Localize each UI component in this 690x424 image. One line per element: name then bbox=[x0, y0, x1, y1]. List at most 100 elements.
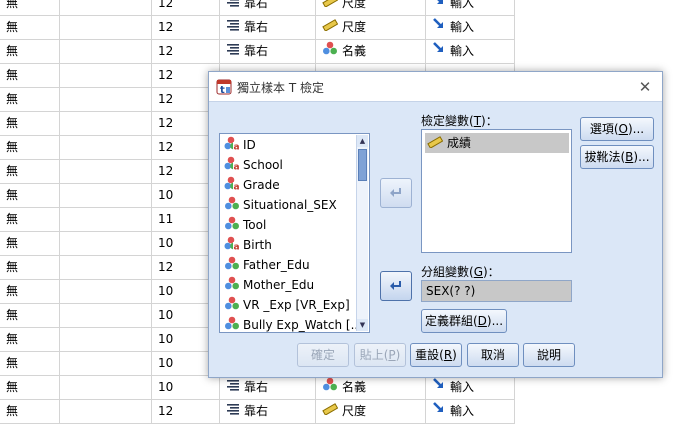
missing-cell[interactable]: 無 bbox=[0, 256, 60, 280]
missing-cell[interactable]: 無 bbox=[0, 376, 60, 400]
variable-name: Tool bbox=[243, 218, 267, 232]
missing-cell[interactable]: 無 bbox=[0, 64, 60, 88]
values-cell[interactable] bbox=[60, 112, 152, 136]
missing-cell[interactable]: 無 bbox=[0, 112, 60, 136]
measure-cell[interactable]: 名義 bbox=[316, 40, 426, 64]
role-cell[interactable]: 輸入 bbox=[426, 16, 515, 40]
paste-button[interactable]: 貼上(P) bbox=[354, 343, 406, 367]
values-cell[interactable] bbox=[60, 328, 152, 352]
variable-list-item[interactable]: VR _Exp [VR_Exp] bbox=[224, 295, 350, 315]
variable-list-item[interactable]: Father_Edu bbox=[224, 255, 310, 275]
values-cell[interactable] bbox=[60, 160, 152, 184]
values-cell[interactable] bbox=[60, 136, 152, 160]
scroll-up-icon[interactable]: ▲ bbox=[357, 135, 368, 147]
missing-cell[interactable]: 無 bbox=[0, 0, 60, 16]
missing-cell[interactable]: 無 bbox=[0, 208, 60, 232]
columns-cell[interactable]: 12 bbox=[152, 400, 220, 424]
values-cell[interactable] bbox=[60, 232, 152, 256]
move-to-grouping-variable-button[interactable] bbox=[380, 271, 412, 301]
values-cell[interactable] bbox=[60, 184, 152, 208]
missing-cell[interactable]: 無 bbox=[0, 160, 60, 184]
variable-list-item[interactable]: a Grade bbox=[224, 175, 280, 195]
values-cell[interactable] bbox=[60, 208, 152, 232]
nominal-icon bbox=[322, 376, 338, 399]
measure-cell[interactable]: 名義 bbox=[316, 376, 426, 400]
reset-button[interactable]: 重設(R) bbox=[410, 343, 462, 367]
variable-list-item[interactable]: Tool bbox=[224, 215, 266, 235]
columns-cell[interactable]: 12 bbox=[152, 16, 220, 40]
scroll-down-icon[interactable]: ▼ bbox=[357, 319, 368, 331]
align-right-icon bbox=[226, 40, 240, 63]
measure-text: 尺度 bbox=[342, 404, 367, 418]
values-cell[interactable] bbox=[60, 400, 152, 424]
align-cell[interactable]: 靠右 bbox=[220, 400, 316, 424]
help-button[interactable]: 說明 bbox=[523, 343, 575, 367]
options-button[interactable]: 選項(O)... bbox=[580, 117, 654, 141]
source-variable-list[interactable]: a ID a School a Grade Situational_SEX Tool a Birt… bbox=[219, 133, 370, 333]
values-cell[interactable] bbox=[60, 16, 152, 40]
role-cell[interactable]: 輸入 bbox=[426, 376, 515, 400]
cancel-button[interactable]: 取消 bbox=[467, 343, 519, 367]
values-cell[interactable] bbox=[60, 304, 152, 328]
variable-list-scrollbar[interactable]: ▲ ▼ bbox=[356, 135, 368, 331]
scroll-thumb[interactable] bbox=[358, 149, 367, 181]
missing-cell[interactable]: 無 bbox=[0, 16, 60, 40]
grouping-variable-field[interactable]: SEX(? ?) bbox=[421, 280, 572, 302]
role-cell[interactable]: 輸入 bbox=[426, 400, 515, 424]
variable-list-item[interactable]: a ID bbox=[224, 135, 256, 155]
values-cell[interactable] bbox=[60, 0, 152, 16]
move-to-test-variables-button[interactable] bbox=[380, 178, 412, 208]
missing-cell[interactable]: 無 bbox=[0, 88, 60, 112]
missing-cell[interactable]: 無 bbox=[0, 304, 60, 328]
measure-cell[interactable]: 尺度 bbox=[316, 400, 426, 424]
missing-cell[interactable]: 無 bbox=[0, 40, 60, 64]
align-right-icon bbox=[226, 376, 240, 399]
align-right-icon bbox=[226, 16, 240, 39]
svg-text:t: t bbox=[220, 85, 225, 95]
values-cell[interactable] bbox=[60, 352, 152, 376]
columns-cell[interactable]: 10 bbox=[152, 376, 220, 400]
variable-name: Mother_Edu bbox=[243, 278, 315, 292]
role-cell[interactable]: 輸入 bbox=[426, 0, 515, 16]
measure-cell[interactable]: 尺度 bbox=[316, 16, 426, 40]
missing-cell[interactable]: 無 bbox=[0, 184, 60, 208]
arrow-left-icon bbox=[390, 188, 401, 197]
missing-cell[interactable]: 無 bbox=[0, 280, 60, 304]
values-cell[interactable] bbox=[60, 88, 152, 112]
columns-cell[interactable]: 12 bbox=[152, 40, 220, 64]
values-cell[interactable] bbox=[60, 280, 152, 304]
values-cell[interactable] bbox=[60, 376, 152, 400]
align-text: 靠右 bbox=[244, 20, 269, 34]
values-cell[interactable] bbox=[60, 256, 152, 280]
missing-cell[interactable]: 無 bbox=[0, 136, 60, 160]
variable-list-item[interactable]: Bully Exp_Watch [... bbox=[224, 315, 362, 335]
measure-cell[interactable]: 尺度 bbox=[316, 0, 426, 16]
missing-cell[interactable]: 無 bbox=[0, 328, 60, 352]
align-cell[interactable]: 靠右 bbox=[220, 40, 316, 64]
variable-list-item[interactable]: Situational_SEX bbox=[224, 195, 337, 215]
values-cell[interactable] bbox=[60, 40, 152, 64]
align-text: 靠右 bbox=[244, 380, 269, 394]
missing-cell[interactable]: 無 bbox=[0, 400, 60, 424]
nominal-string-icon: a bbox=[224, 156, 240, 176]
define-groups-button[interactable]: 定義群組(D)... bbox=[421, 309, 507, 333]
missing-cell[interactable]: 無 bbox=[0, 352, 60, 376]
role-cell[interactable]: 輸入 bbox=[426, 40, 515, 64]
variable-list-item[interactable]: Mother_Edu bbox=[224, 275, 314, 295]
align-cell[interactable]: 靠右 bbox=[220, 376, 316, 400]
bootstrap-button[interactable]: 拔靴法(B)... bbox=[580, 145, 654, 169]
variable-list-item[interactable]: a Birth bbox=[224, 235, 272, 255]
test-variables-list[interactable]: 成績 bbox=[421, 129, 572, 253]
columns-cell[interactable]: 12 bbox=[152, 0, 220, 16]
ok-button[interactable]: 確定 bbox=[297, 343, 349, 367]
nominal-string-icon: a bbox=[224, 236, 240, 256]
align-cell[interactable]: 靠右 bbox=[220, 16, 316, 40]
close-button[interactable]: ✕ bbox=[634, 76, 656, 98]
role-text: 輸入 bbox=[450, 404, 475, 418]
test-variable-item[interactable]: 成績 bbox=[425, 133, 569, 153]
missing-cell[interactable]: 無 bbox=[0, 232, 60, 256]
grid-row: 無 12 靠右 名義 輸入 bbox=[0, 40, 515, 64]
align-cell[interactable]: 靠右 bbox=[220, 0, 316, 16]
values-cell[interactable] bbox=[60, 64, 152, 88]
variable-list-item[interactable]: a School bbox=[224, 155, 283, 175]
